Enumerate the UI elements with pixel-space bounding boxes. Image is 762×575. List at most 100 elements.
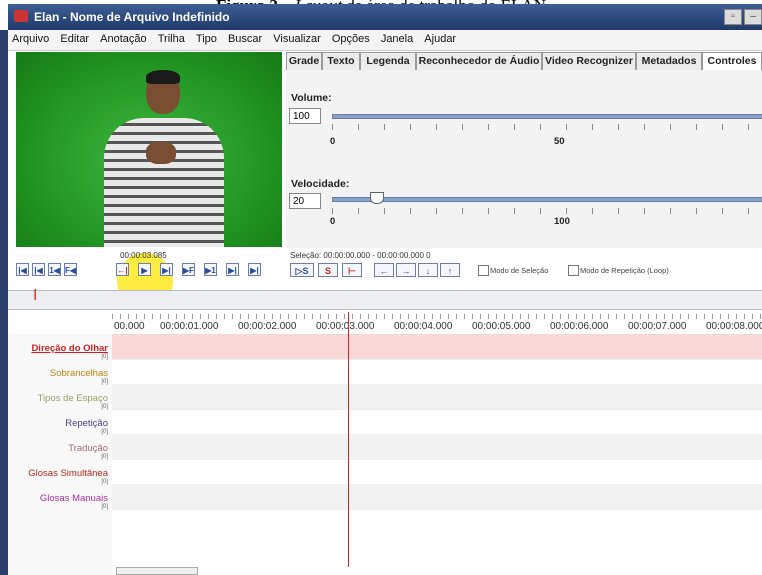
media-timecode: 00:00:03.085 [120,251,167,260]
speed-value-field[interactable]: 20 [289,193,321,209]
tier-name-glosas-simultanea[interactable]: Glosas Simultânea [28,468,108,479]
minimize-button[interactable]: ▫ [724,9,742,25]
loop-mode-label: Modo de Repetição (Loop) [580,266,669,275]
timeline-ruler[interactable]: 00.000 00:00:01.000 00:00:02.000 00:00:0… [112,312,762,335]
menu-editar[interactable]: Editar [56,30,93,45]
selection-boundary-button[interactable]: ⊢ [342,263,362,277]
window-left-edge [0,30,8,575]
tier-name-glosas-manuais[interactable]: Glosas Manuais [40,493,108,504]
tier-name-sobrancelhas[interactable]: Sobrancelhas [50,368,108,379]
tier-count: [0] [101,379,108,385]
tier-row-direcao-olhar[interactable] [112,334,762,360]
ruler-label: 00:00:01.000 [160,321,219,332]
menu-arquivo[interactable]: Arquivo [8,30,53,45]
volume-tick-0: 0 [330,136,336,147]
ruler-ticks [112,314,762,319]
volume-tick-50: 50 [554,136,565,147]
volume-slider-track[interactable] [332,114,762,119]
volume-value-field[interactable]: 100 [289,108,321,124]
tier-count: [0] [101,404,108,410]
tab-legenda[interactable]: Legenda [360,52,416,70]
signer-hand [146,142,176,164]
next-second-button[interactable]: ▶1 [204,263,217,276]
tab-grade[interactable]: Grade [286,52,322,70]
selection-mode-checkbox[interactable] [478,265,489,276]
tier-name-traducao[interactable]: Tradução [68,443,108,454]
tier-count: [0] [101,429,108,435]
tier-row-glosas-manuais[interactable] [112,484,762,510]
go-to-begin-button[interactable]: |◀ [16,263,29,276]
menu-janela[interactable]: Janela [377,30,417,45]
menu-opcoes[interactable]: Opções [328,30,374,45]
play-around-selection-button[interactable]: ▷S [290,263,314,277]
move-up-button[interactable]: ↑ [440,263,460,277]
go-to-end-button[interactable]: ▶| [248,263,261,276]
play-pause-button[interactable]: ▶ [138,263,151,276]
selection-mode-label: Modo de Seleção [490,266,549,275]
close-button[interactable]: – [744,9,762,25]
tier-row-tipos-espaco[interactable] [112,384,762,410]
ruler-label: 00:00:06.000 [550,321,609,332]
volume-label: Volume: [291,92,332,104]
tier-name-direcao-olhar[interactable]: Direção do Olhar [31,343,108,354]
move-down-button[interactable]: ↓ [418,263,438,277]
ruler-label: 00:00:02.000 [238,321,297,332]
tier-name-repeticao[interactable]: Repetição [65,418,108,429]
text-cursor-icon: I [33,287,38,304]
next-frame-button[interactable]: ▶F [182,263,195,276]
previous-frame-button[interactable]: 1◀ [48,263,61,276]
signer-hair [146,70,180,84]
menu-bar: Arquivo Editar Anotação Trilha Tipo Busc… [8,30,762,51]
ruler-label: 00:00:05.000 [472,321,531,332]
tier-count: [0] [101,454,108,460]
controls-panel: Volume: 100 0 50 Velocidade: 20 0 100 [286,70,762,248]
previous-second-button[interactable]: |◀ [32,263,45,276]
speed-tick-100: 100 [554,216,570,227]
horizontal-scrollbar[interactable] [116,567,198,575]
tier-row-glosas-simultanea[interactable] [112,459,762,485]
tier-row-traducao[interactable] [112,434,762,460]
selection-range-label: Seleção: 00:00:00.000 - 00:00:00.000 0 [290,251,431,260]
panel-splitter[interactable]: I [8,287,762,310]
menu-tipo[interactable]: Tipo [192,30,221,45]
menu-buscar[interactable]: Buscar [224,30,266,45]
ruler-label: 00.000 [114,321,145,332]
move-left-button[interactable]: ← [374,263,394,277]
tab-video-recognizer[interactable]: Video Recognizer [542,52,636,70]
menu-trilha[interactable]: Trilha [154,30,189,45]
speed-slider-ticks [332,208,762,214]
selection-bar: Seleção: 00:00:00.000 - 00:00:00.000 0 ▷… [290,250,760,290]
menu-ajudar[interactable]: Ajudar [420,30,460,45]
playhead-crosshair[interactable] [348,312,349,567]
speed-slider-thumb[interactable] [370,192,384,204]
menu-visualizar[interactable]: Visualizar [269,30,325,45]
video-viewer[interactable] [16,52,282,247]
next-page-button[interactable]: ▶| [226,263,239,276]
ruler-label: 00:00:03.000 [316,321,375,332]
tab-controles[interactable]: Controles [702,52,762,70]
tab-reconhecedor-audio[interactable]: Reconhecedor de Áudio [416,52,542,70]
tier-row-sobrancelhas[interactable] [112,359,762,385]
loop-mode-checkbox[interactable] [568,265,579,276]
previous-pixel-button[interactable]: F◀ [64,263,77,276]
clear-selection-button[interactable]: S [318,263,338,277]
speed-slider-track[interactable] [332,197,762,202]
tier-count: [0] [101,504,108,510]
tab-metadados[interactable]: Metadados [636,52,702,70]
tab-texto[interactable]: Texto [322,52,360,70]
menu-anotacao[interactable]: Anotação [96,30,150,45]
tier-row-repeticao[interactable] [112,409,762,435]
timeline-tier-area[interactable] [112,334,762,575]
move-right-button[interactable]: → [396,263,416,277]
media-transport: 00:00:03.085 |◀ |◀ 1◀ F◀ ←| ▶ ▶| ▶F ▶1 ▶… [16,250,282,290]
elan-app-icon [14,10,28,22]
title-bar: Elan - Nome de Arquivo Indefinido ▫ – [8,4,762,30]
play-selection-button[interactable]: ←| [116,263,129,276]
tier-count: [0] [101,354,108,360]
speed-label: Velocidade: [291,178,350,190]
ruler-label: 00:00:08.000 [706,321,762,332]
signer-body [104,118,224,247]
tier-name-tipos-espaco[interactable]: Tipos de Espaço [38,393,108,404]
next-pixel-button[interactable]: ▶| [160,263,173,276]
volume-slider-ticks [332,124,762,130]
